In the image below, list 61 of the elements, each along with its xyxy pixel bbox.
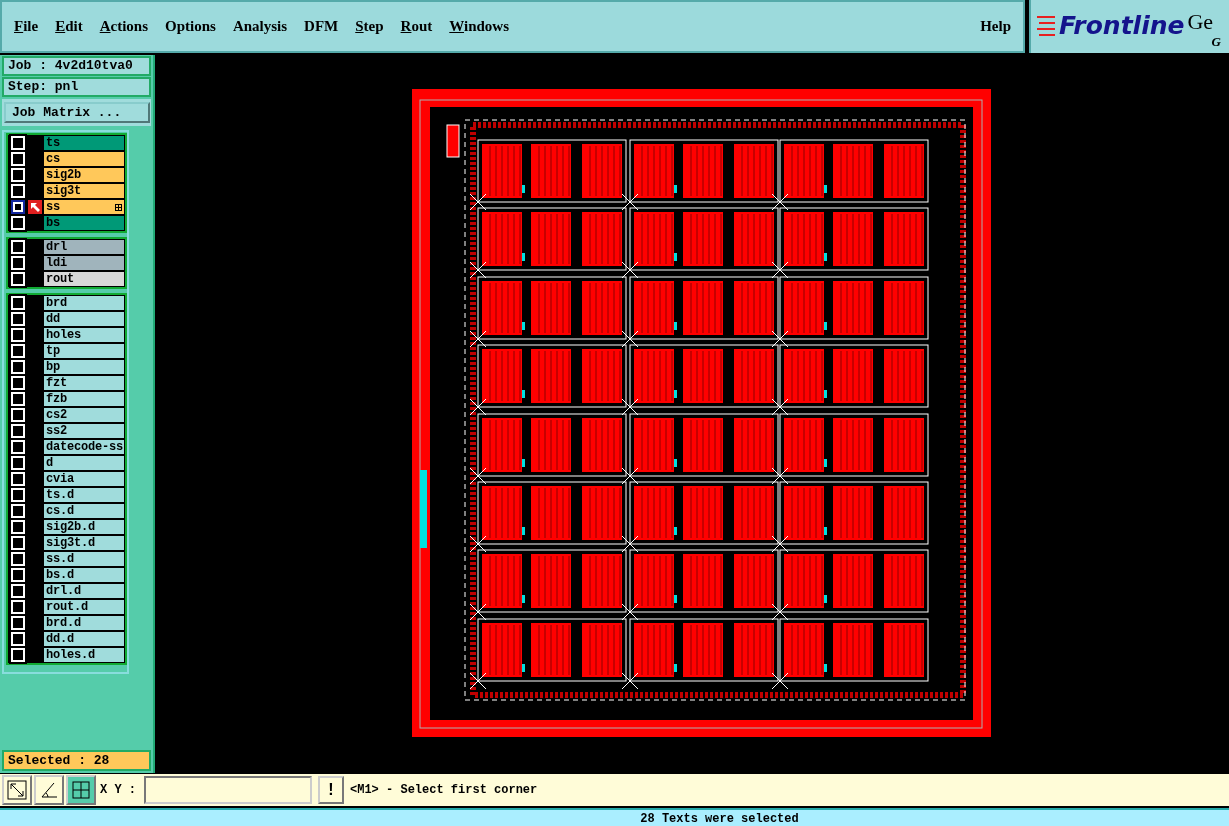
layer-name[interactable]: datecode-ss	[44, 440, 124, 454]
step-name: Step: pnl	[2, 77, 151, 97]
menu-item[interactable]: Edit	[55, 18, 83, 35]
layer-name[interactable]: tp	[44, 344, 124, 358]
layer-name[interactable]: ts	[44, 136, 124, 150]
product-title: Ge	[1187, 10, 1215, 34]
layer-name[interactable]: ss	[44, 200, 124, 214]
layer-name[interactable]: holes.d	[44, 648, 124, 662]
layer-name[interactable]: fzt	[44, 376, 124, 390]
job-matrix-button[interactable]: Job Matrix ...	[4, 102, 150, 123]
layer-name[interactable]: sig2b	[44, 168, 124, 182]
layer-name[interactable]: holes	[44, 328, 124, 342]
menu-item[interactable]: Step	[355, 18, 384, 35]
xy-input-field[interactable]	[144, 776, 312, 804]
layer-name[interactable]: fzb	[44, 392, 124, 406]
layer-name[interactable]: cvia	[44, 472, 124, 486]
layer-name[interactable]: bs.d	[44, 568, 124, 582]
layer-name[interactable]: bp	[44, 360, 124, 374]
layer-name[interactable]: rout.d	[44, 600, 124, 614]
work-layer-arrow-icon	[28, 200, 42, 214]
menu-item[interactable]: Analysis	[232, 18, 288, 35]
xy-label: X Y :	[100, 783, 136, 797]
grid-snap-icon[interactable]	[66, 775, 96, 805]
menu-item[interactable]: File	[14, 18, 39, 35]
selected-count: Selected : 28	[2, 750, 151, 771]
alert-button[interactable]: !	[318, 776, 344, 804]
status-message: 28 Texts were selected	[640, 812, 799, 826]
menu-item[interactable]: DFM	[304, 18, 339, 35]
menu-item[interactable]: Actions	[99, 18, 149, 35]
layer-name[interactable]: drl.d	[44, 584, 124, 598]
layer-name[interactable]: cs2	[44, 408, 124, 422]
layer-checkbox[interactable]	[11, 200, 25, 214]
prompt-message: <M1> - Select first corner	[350, 783, 538, 797]
zoom-fit-icon[interactable]	[2, 775, 32, 805]
logo-text: Frontline	[1059, 10, 1185, 42]
menu-item[interactable]: Options	[165, 18, 216, 35]
speed-lines-icon	[1037, 14, 1057, 38]
layer-name[interactable]: cs.d	[44, 504, 124, 518]
layer-name[interactable]: drl	[44, 240, 124, 254]
layer-name[interactable]: brd	[44, 296, 124, 310]
expand-icon[interactable]	[115, 203, 122, 211]
layer-name[interactable]: cs	[44, 152, 124, 166]
layer-name[interactable]: sig3t.d	[44, 536, 124, 550]
layer-name[interactable]: bs	[44, 216, 124, 230]
layer-name[interactable]: d	[44, 456, 124, 470]
layer-name[interactable]: sig3t	[44, 184, 124, 198]
angle-measure-icon[interactable]	[34, 775, 64, 805]
menu-item[interactable]: Rout	[400, 18, 433, 35]
layer-name[interactable]: dd.d	[44, 632, 124, 646]
layer-name[interactable]: ts.d	[44, 488, 124, 502]
layer-name[interactable]: ss.d	[44, 552, 124, 566]
menu-item[interactable]: Windows	[449, 18, 510, 35]
product-subtitle: G	[1211, 34, 1221, 50]
layer-name[interactable]: brd.d	[44, 616, 124, 630]
layer-name[interactable]: dd	[44, 312, 124, 326]
layer-name[interactable]: rout	[44, 272, 124, 286]
help-menu[interactable]: Help	[980, 18, 1011, 35]
layer-name[interactable]: sig2b.d	[44, 520, 124, 534]
layer-name[interactable]: ldi	[44, 256, 124, 270]
job-name: Job : 4v2d10tva0	[2, 56, 151, 76]
layer-name[interactable]: ss2	[44, 424, 124, 438]
